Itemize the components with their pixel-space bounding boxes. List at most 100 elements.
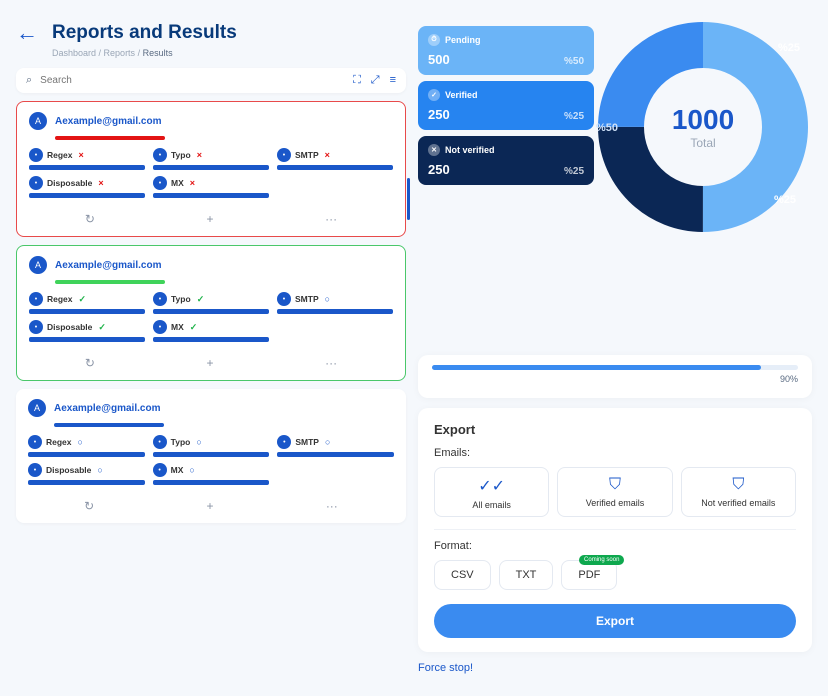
check-item: •Typo× — [153, 148, 269, 170]
export-button[interactable]: Export — [434, 604, 796, 638]
stat-pct: %25 — [564, 166, 584, 177]
progress-fill — [432, 365, 761, 370]
refresh-icon[interactable]: ↻ — [84, 499, 94, 513]
double-check-icon: ✓✓ — [441, 476, 542, 496]
check-label: Regex — [47, 150, 73, 160]
check-bar — [29, 165, 145, 170]
result-card[interactable]: AAexample@gmail.com•Regex×•Typo×•SMTP×•D… — [16, 101, 406, 237]
plus-icon[interactable]: + — [207, 212, 214, 226]
back-arrow-icon[interactable]: ← — [16, 20, 38, 46]
scan-icon[interactable]: ⛶ — [353, 74, 361, 87]
donut-chart: 1000 Total %25 %50 %25 — [588, 12, 818, 242]
check-label: Disposable — [47, 322, 92, 332]
check-mark-icon: ○ — [325, 294, 330, 304]
check-mark-icon: ✓ — [190, 322, 198, 333]
check-type-icon: • — [153, 463, 167, 477]
more-icon[interactable]: ··· — [326, 499, 338, 513]
progress-card: 90% — [418, 355, 812, 398]
check-mark-icon: ○ — [196, 437, 201, 447]
check-label: Typo — [171, 294, 191, 304]
refresh-icon[interactable]: ↻ — [85, 212, 95, 226]
check-type-icon: • — [29, 148, 43, 162]
donut-segment-label: %50 — [596, 122, 618, 134]
plus-icon[interactable]: + — [207, 356, 214, 370]
expand-icon[interactable]: ⤢ — [371, 74, 380, 87]
shield-check-icon: ⛉ — [564, 476, 665, 494]
stat-notverified[interactable]: ✕Not verified 250%25 — [418, 136, 594, 185]
check-label: MX — [171, 178, 184, 188]
check-bar — [29, 337, 145, 342]
email-address[interactable]: Aexample@gmail.com — [55, 116, 161, 127]
check-type-icon: • — [277, 435, 291, 449]
check-bar — [29, 309, 145, 314]
check-item: • Regex × — [29, 148, 145, 170]
check-label: Disposable — [47, 178, 92, 188]
scrollbar-thumb[interactable] — [407, 178, 410, 220]
opt-verified-emails[interactable]: ⛉Verified emails — [557, 467, 672, 517]
check-item: •Regex✓ — [29, 292, 145, 314]
check-type-icon: • — [153, 176, 167, 190]
donut-segment-label: %25 — [774, 194, 796, 206]
check-bar — [153, 309, 269, 314]
format-section-label: Format: — [434, 540, 796, 552]
stat-pending[interactable]: ⏱Pending 500%50 — [418, 26, 594, 75]
check-mark-icon: × — [79, 150, 84, 160]
check-mark-icon: ○ — [189, 465, 194, 475]
stat-verified[interactable]: ✓Verified 250%25 — [418, 81, 594, 130]
fmt-txt[interactable]: TXT — [499, 560, 554, 590]
check-item: •Typo✓ — [153, 292, 269, 314]
clock-icon: ⏱ — [428, 34, 440, 46]
search-bar: ⌕ ⛶ ⤢ ≡ — [16, 68, 406, 93]
status-underline — [54, 423, 164, 427]
check-bar — [29, 193, 145, 198]
check-type-icon: • — [153, 292, 167, 306]
breadcrumb-item: Results — [143, 48, 173, 58]
breadcrumb-item[interactable]: Dashboard — [52, 48, 96, 58]
fmt-pdf[interactable]: PDFComing soon — [561, 560, 617, 590]
page-title: Reports and Results — [52, 22, 237, 44]
check-label: SMTP — [295, 294, 319, 304]
check-bar — [153, 165, 269, 170]
stat-value: 250 — [428, 162, 450, 177]
fmt-csv[interactable]: CSV — [434, 560, 491, 590]
check-type-icon: • — [277, 292, 291, 306]
more-icon[interactable]: ··· — [325, 356, 337, 370]
check-label: MX — [171, 322, 184, 332]
result-card[interactable]: AAexample@gmail.com•Regex○•Typo○•SMTP○•D… — [16, 389, 406, 523]
export-title: Export — [434, 422, 796, 437]
stat-pct: %50 — [564, 56, 584, 67]
export-panel: Export Emails: ✓✓All emails ⛉Verified em… — [418, 408, 812, 652]
progress-pct: 90% — [432, 374, 798, 384]
email-address[interactable]: Aexample@gmail.com — [55, 260, 161, 271]
avatar: A — [29, 256, 47, 274]
opt-all-emails[interactable]: ✓✓All emails — [434, 467, 549, 517]
refresh-icon[interactable]: ↻ — [85, 356, 95, 370]
opt-notverified-emails[interactable]: ⛉Not verified emails — [681, 467, 796, 517]
email-address[interactable]: Aexample@gmail.com — [54, 403, 160, 414]
check-bar — [277, 165, 393, 170]
breadcrumb-item[interactable]: Reports — [104, 48, 136, 58]
check-mark-icon: ✓ — [98, 322, 106, 333]
check-bar — [153, 480, 270, 485]
status-underline — [55, 136, 165, 140]
x-circle-icon: ✕ — [428, 144, 440, 156]
check-type-icon: • — [153, 320, 167, 334]
check-item: • MX ✓ — [153, 320, 269, 342]
check-type-icon: • — [153, 435, 167, 449]
check-type-icon: • — [153, 148, 167, 162]
plus-icon[interactable]: + — [207, 499, 214, 513]
search-input[interactable] — [40, 75, 345, 86]
force-stop-link[interactable]: Force stop! — [418, 662, 473, 674]
shield-x-icon: ⛉ — [688, 476, 789, 494]
check-item: •Disposable✓ — [29, 320, 145, 342]
status-underline — [55, 280, 165, 284]
more-icon[interactable]: ··· — [325, 212, 337, 226]
check-label: SMTP — [295, 150, 319, 160]
check-item: •SMTP○ — [277, 435, 394, 457]
result-card[interactable]: A Aexample@gmail.com •Regex✓ • Typo ✓ • SMTP ○ • D… — [16, 245, 406, 381]
list-icon[interactable]: ≡ — [390, 74, 396, 87]
check-item: •Disposable× — [29, 176, 145, 198]
emails-section-label: Emails: — [434, 447, 796, 459]
check-item: • SMTP ○ — [277, 292, 393, 314]
check-type-icon: • — [29, 176, 43, 190]
